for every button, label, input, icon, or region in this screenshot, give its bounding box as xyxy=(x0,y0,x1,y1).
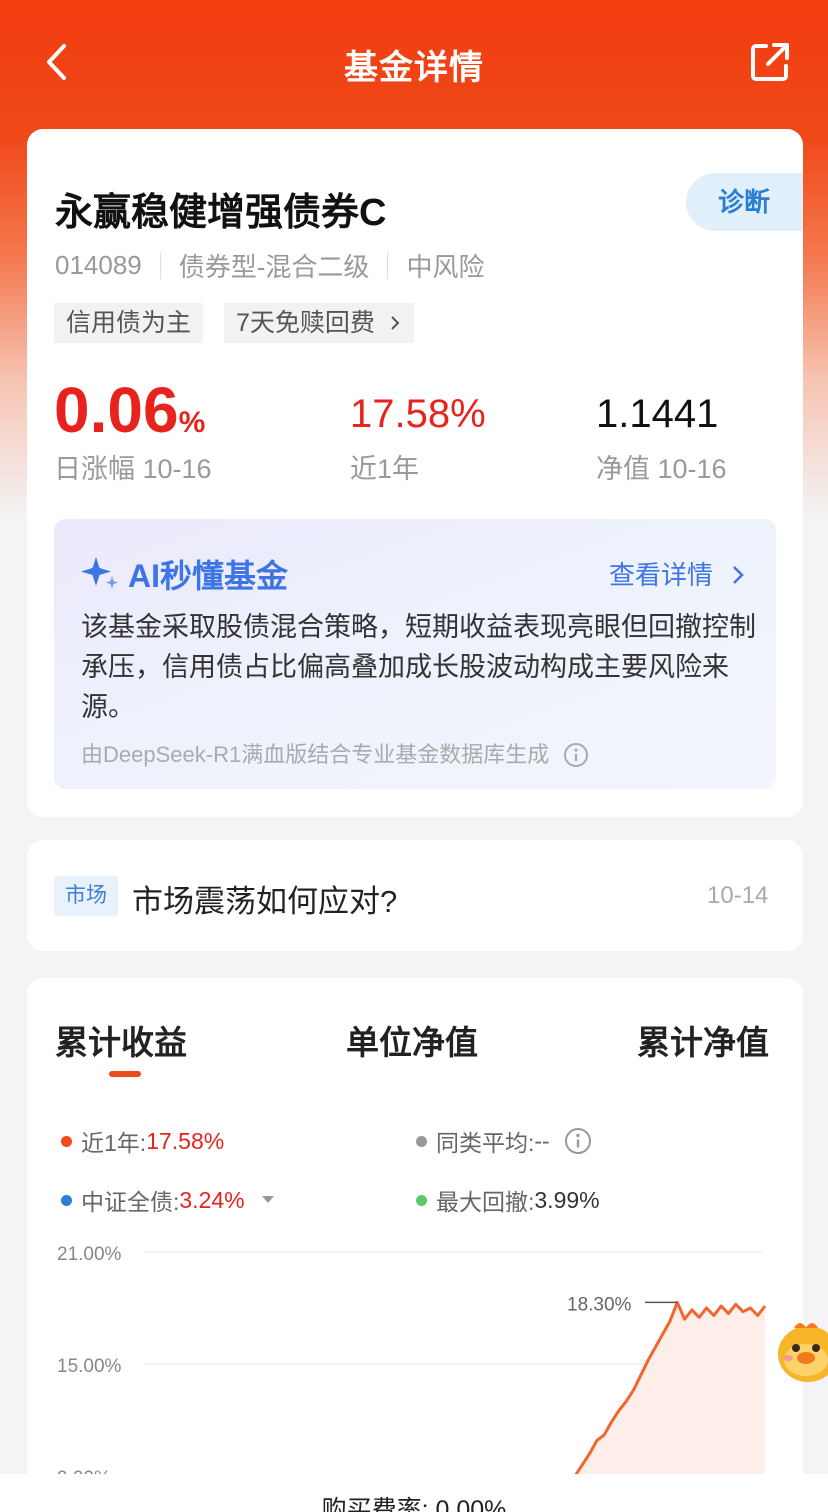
legend-index-value: 3.24% xyxy=(179,1186,245,1213)
ai-details-link[interactable]: 查看详情 xyxy=(609,555,746,592)
legend-index[interactable]: 中证全债: 3.24% xyxy=(61,1183,275,1217)
tab-cumulative-nav[interactable]: 累计净值 xyxy=(637,1016,769,1064)
legend-fund: 近1年: 17.58% xyxy=(61,1124,224,1158)
purchase-fee-text: 购买费率: 0.00% xyxy=(321,1496,507,1512)
navbar: 基金详情 xyxy=(0,0,828,128)
fund-risk: 中风险 xyxy=(406,252,485,282)
legend-dot xyxy=(416,1135,427,1147)
nav-label: 净值 10-16 xyxy=(596,454,727,484)
legend-fund-value: 17.58% xyxy=(146,1127,225,1154)
news-tag: 市场 xyxy=(54,876,118,916)
legend-peer-label: 同类平均: xyxy=(436,1130,535,1156)
legend-drawdown: 最大回撤: 3.99% xyxy=(416,1183,600,1217)
ai-title: AI秒懂基金 xyxy=(128,558,289,594)
ai-summary-box[interactable]: AI秒懂基金 查看详情 该基金采取股债混合策略，短期收益表现亮眼但回撤控制承压，… xyxy=(54,519,776,789)
legend-peer: 同类平均: -- xyxy=(416,1124,592,1158)
series-area xyxy=(576,1302,765,1474)
news-card[interactable]: 市场 市场震荡如何应对? 10-14 xyxy=(27,840,803,951)
info-icon[interactable] xyxy=(564,1127,592,1155)
page-title: 基金详情 xyxy=(344,49,484,87)
chart-card: 累计收益 单位净值 累计净值 近1年: 17.58% 同类平均: -- 中证全债… xyxy=(27,978,803,1512)
one-year-label: 近1年 xyxy=(350,454,420,484)
legend-dot xyxy=(416,1194,427,1206)
daily-change-value: 0.06 xyxy=(54,374,179,446)
divider xyxy=(387,252,389,279)
legend-dot xyxy=(61,1135,72,1147)
return-chart[interactable]: 21.00%15.00%9.00%18.30% xyxy=(27,1228,803,1474)
nav-value: 1.1441 xyxy=(596,392,719,436)
legend-fund-label: 近1年: xyxy=(81,1130,147,1156)
fund-code: 014089 xyxy=(55,250,142,280)
divider xyxy=(159,252,161,279)
mascot-chick-icon[interactable] xyxy=(776,1310,828,1390)
tag-redemption-fee[interactable]: 7天免赎回费 xyxy=(224,303,414,343)
tab-unit-nav[interactable]: 单位净值 xyxy=(346,1016,478,1064)
ai-footer-text: 由DeepSeek-R1满血版结合专业基金数据库生成 xyxy=(81,742,550,767)
tag-label: 7天免赎回费 xyxy=(236,309,375,337)
fund-card: 永赢稳健增强债券C 诊断 014089 债券型-混合二级 中风险 信用债为主 7… xyxy=(27,129,803,817)
y-tick-label: 15.00% xyxy=(57,1356,122,1377)
active-tab-indicator xyxy=(109,1071,141,1077)
ai-summary-text: 该基金采取股债混合策略，短期收益表现亮眼但回撤控制承压，信用债占比偏高叠加成长股… xyxy=(81,612,756,722)
ai-footer: 由DeepSeek-R1满血版结合专业基金数据库生成 xyxy=(81,737,589,769)
legend-index-label: 中证全债: xyxy=(81,1189,180,1215)
news-date: 10-14 xyxy=(707,882,769,909)
sparkle-icon xyxy=(81,557,118,589)
ai-details-label: 查看详情 xyxy=(609,560,714,590)
fund-type: 债券型-混合二级 xyxy=(178,252,370,282)
news-title: 市场震荡如何应对? xyxy=(132,884,398,919)
peak-label: 18.30% xyxy=(567,1294,632,1315)
legend-drawdown-value: 3.99% xyxy=(534,1186,600,1213)
diagnose-button[interactable]: 诊断 xyxy=(686,173,803,231)
tag-credit-bond: 信用债为主 xyxy=(54,303,204,343)
daily-change: 0.06% xyxy=(54,373,205,447)
bottom-bar: 购买费率: 0.00% xyxy=(0,1474,828,1512)
daily-change-label: 日涨幅 10-16 xyxy=(54,454,212,484)
y-tick-label: 21.00% xyxy=(57,1244,122,1265)
chevron-right-icon xyxy=(733,566,745,584)
legend-peer-value: -- xyxy=(534,1127,550,1154)
legend-drawdown-label: 最大回撤: xyxy=(436,1189,535,1215)
fund-name: 永赢稳健增强债券C xyxy=(55,192,387,234)
one-year-return: 17.58% xyxy=(350,392,486,436)
chevron-right-icon xyxy=(391,316,400,330)
tab-cumulative-return[interactable]: 累计收益 xyxy=(55,1016,187,1064)
fund-meta: 014089 债券型-混合二级 中风险 xyxy=(55,247,484,284)
legend-dot xyxy=(61,1194,72,1206)
caret-down-icon xyxy=(261,1196,274,1203)
share-icon[interactable] xyxy=(748,40,792,84)
info-icon[interactable] xyxy=(563,742,589,768)
daily-change-unit: % xyxy=(178,406,206,439)
